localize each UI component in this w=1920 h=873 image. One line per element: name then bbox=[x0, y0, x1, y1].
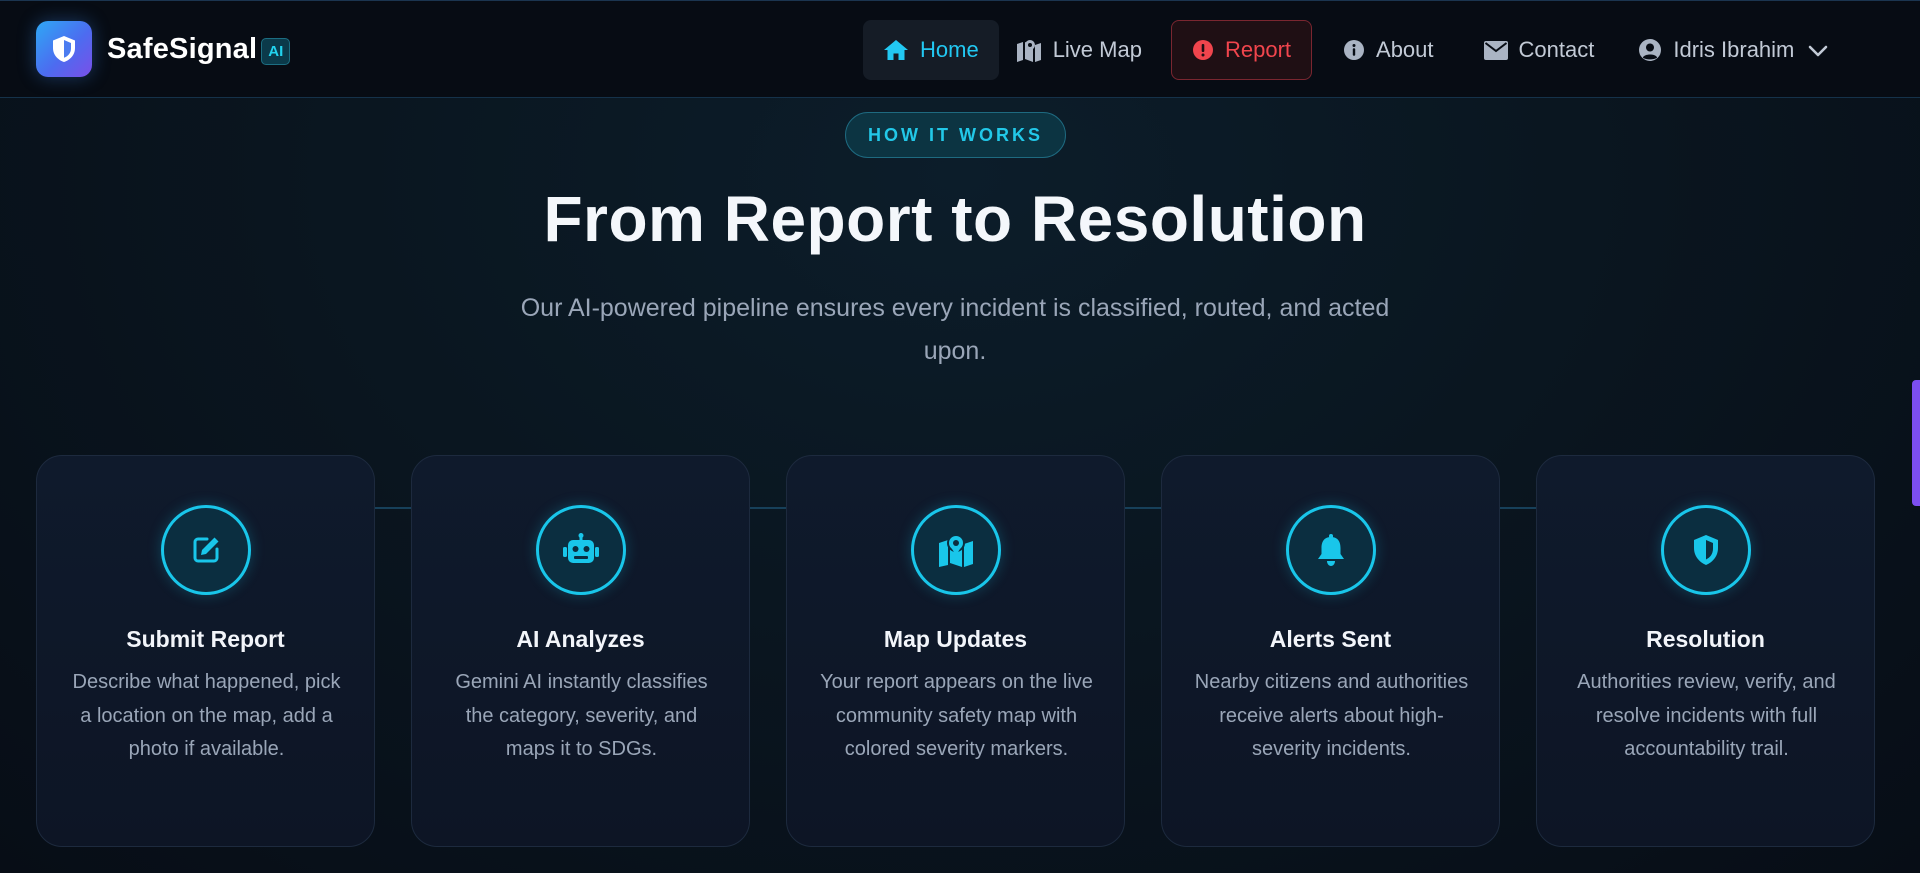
edit-icon bbox=[161, 505, 251, 595]
home-icon bbox=[883, 38, 909, 62]
user-circle-icon bbox=[1638, 38, 1662, 62]
step-title: Submit Report bbox=[126, 626, 285, 652]
info-icon bbox=[1343, 39, 1365, 61]
shield-icon bbox=[1661, 505, 1751, 595]
nav-live-map-label: Live Map bbox=[1052, 37, 1142, 62]
brand-ai-badge: AI bbox=[261, 37, 291, 65]
nav-home-label: Home bbox=[920, 37, 979, 62]
main-nav: Home Live Map Report About Contact Idris… bbox=[863, 20, 1857, 80]
step-card-resolution: Resolution Authorities review, verify, a… bbox=[1536, 455, 1875, 847]
step-card-ai-analyzes: AI Analyzes Gemini AI instantly classifi… bbox=[411, 455, 750, 847]
nav-contact[interactable]: Contact bbox=[1463, 20, 1616, 80]
step-title: Alerts Sent bbox=[1269, 626, 1392, 652]
alert-circle-icon bbox=[1192, 39, 1214, 61]
steps-grid: Submit Report Describe what happened, pi… bbox=[36, 455, 1876, 847]
step-card-alerts-sent: Alerts Sent Nearby citizens and authorit… bbox=[1161, 455, 1500, 847]
map-icon bbox=[1016, 38, 1042, 62]
nav-about[interactable]: About bbox=[1320, 20, 1455, 80]
shield-logo-icon bbox=[53, 36, 75, 62]
nav-contact-label: Contact bbox=[1518, 37, 1595, 62]
user-name: Idris Ibrahim bbox=[1673, 37, 1795, 62]
step-description: Gemini AI instantly classifies the categ… bbox=[455, 671, 708, 760]
nav-live-map[interactable]: Live Map bbox=[1007, 20, 1163, 80]
how-it-works-pill: HOW IT WORKS bbox=[845, 112, 1066, 158]
bell-icon bbox=[1286, 505, 1376, 595]
brand[interactable]: SafeSignal AI bbox=[36, 21, 291, 77]
step-title: Map Updates bbox=[883, 626, 1028, 652]
envelope-icon bbox=[1483, 40, 1508, 60]
section-subtitle: Our AI-powered pipeline ensures every in… bbox=[520, 294, 1390, 365]
section-title: From Report to Resolution bbox=[543, 183, 1367, 255]
step-description: Nearby citizens and authorities receive … bbox=[1194, 671, 1469, 760]
scrollbar-thumb[interactable] bbox=[1912, 380, 1920, 506]
step-description: Describe what happened, pick a location … bbox=[72, 671, 341, 760]
step-description: Your report appears on the live communit… bbox=[820, 671, 1093, 760]
nav-about-label: About bbox=[1376, 37, 1434, 62]
brand-logo[interactable] bbox=[36, 21, 92, 77]
nav-report-label: Report bbox=[1224, 37, 1292, 62]
step-title: Resolution bbox=[1646, 626, 1765, 652]
step-title: AI Analyzes bbox=[516, 626, 645, 652]
step-card-submit-report: Submit Report Describe what happened, pi… bbox=[36, 455, 375, 847]
step-description: Authorities review, verify, and resolve … bbox=[1577, 671, 1836, 760]
user-menu[interactable]: Idris Ibrahim bbox=[1623, 20, 1849, 80]
brand-name[interactable]: SafeSignal bbox=[107, 33, 257, 66]
robot-icon bbox=[536, 505, 626, 595]
navbar: SafeSignal AI Home Live Map Report About… bbox=[0, 0, 1920, 98]
step-card-map-updates: Map Updates Your report appears on the l… bbox=[786, 455, 1125, 847]
map-marker-icon bbox=[911, 505, 1001, 595]
chevron-down-icon bbox=[1808, 37, 1828, 63]
nav-report[interactable]: Report bbox=[1170, 20, 1313, 80]
nav-home[interactable]: Home bbox=[863, 20, 999, 80]
